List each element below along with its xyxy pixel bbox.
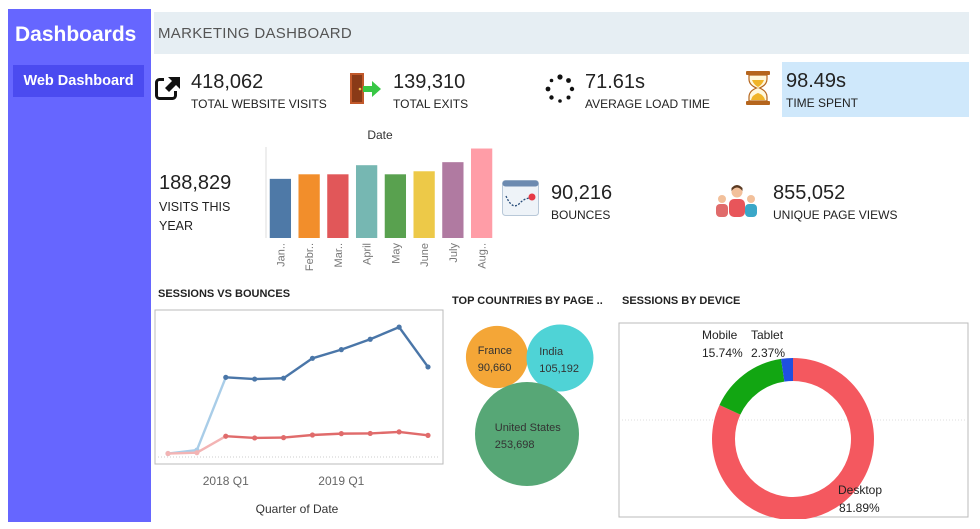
line-point — [252, 376, 258, 382]
bar — [470, 148, 493, 238]
sessions-vs-bounces-chart: 2018 Q1 2019 Q1 Quarter of Date — [154, 309, 444, 516]
sessions-vs-bounces-title: SESSIONS VS BOUNCES — [158, 288, 291, 300]
line-point — [309, 355, 316, 361]
bubble-country-label: India — [539, 346, 564, 358]
bar-chart-title: Date — [367, 128, 393, 142]
external-link-icon — [155, 75, 182, 100]
line-point — [396, 324, 402, 330]
line-point — [280, 435, 287, 441]
kpi-label: TIME SPENT — [786, 96, 859, 110]
bar — [269, 178, 292, 238]
kpi-average-load-time: 71.61s AVERAGE LOAD TIME — [585, 71, 710, 111]
bar-tick-label: June — [419, 243, 431, 267]
sidebar-brand: Dashboards — [15, 23, 137, 46]
bubble-value-label: 90,660 — [478, 362, 512, 374]
sessions-by-device-donut-chart: Desktop 81.89% Mobile 15.74% Tablet 2.37% — [618, 322, 969, 519]
line-point — [223, 433, 229, 439]
line-point — [425, 364, 431, 370]
donut-value-label: 2.37% — [751, 346, 785, 360]
bar — [384, 174, 407, 238]
line-point — [338, 431, 344, 437]
kpi-label: TOTAL WEBSITE VISITS — [191, 97, 327, 111]
kpi-label: UNIQUE PAGE VIEWS — [773, 208, 898, 222]
kpi-unique-page-views: 855,052 UNIQUE PAGE VIEWS — [773, 182, 897, 222]
kpi-total-exits: 139,310 TOTAL EXITS — [393, 71, 468, 111]
visits-this-year: 188,829 VISITS THIS YEAR — [159, 172, 239, 236]
line-x-tick-label: 2019 Q1 — [318, 474, 364, 488]
visits-year-label: VISITS THIS YEAR — [159, 200, 231, 233]
line-point — [367, 336, 373, 342]
line-x-axis-label: Quarter of Date — [256, 502, 339, 516]
bar — [298, 174, 320, 238]
bar-tick-label: May — [390, 243, 402, 264]
line-segment — [312, 432, 342, 437]
exit-door-icon — [350, 73, 381, 104]
sidebar-item-web-dashboard[interactable]: Web Dashboard — [13, 65, 144, 97]
line-segment — [167, 451, 197, 455]
kpi-value: 71.61s — [585, 71, 646, 93]
kpi-value: 855,052 — [773, 182, 846, 204]
donut-label: Mobile — [702, 328, 738, 342]
country-bubble — [526, 324, 594, 392]
bar-tick-label: Jan.. — [275, 243, 287, 267]
kpi-value: 139,310 — [393, 71, 466, 93]
line-point — [165, 450, 171, 457]
bubble-value-label: 105,192 — [539, 363, 579, 375]
country-bubble — [465, 325, 529, 389]
kpi-label: BOUNCES — [551, 208, 611, 222]
bar — [327, 174, 349, 238]
bar-tick-label: April — [362, 243, 374, 265]
header-bar: MARKETING DASHBOARD — [154, 12, 969, 54]
kpi-value: 90,216 — [551, 182, 613, 204]
people-icon — [716, 185, 757, 217]
line-chart-frame — [154, 309, 444, 465]
country-bubble — [475, 382, 579, 486]
kpi-total-visits: 418,062 TOTAL WEBSITE VISITS — [191, 71, 327, 111]
bounce-chart-icon — [502, 180, 539, 216]
bar-tick-label: July — [448, 243, 460, 263]
bubble-country-label: United States — [495, 422, 562, 434]
sessions-by-device-title: SESSIONS BY DEVICE — [622, 295, 741, 307]
line-segment — [254, 377, 284, 381]
bar — [442, 162, 464, 238]
bar — [355, 165, 378, 238]
line-point — [194, 450, 200, 456]
line-point — [252, 435, 258, 441]
visits-year-value: 188,829 — [159, 172, 232, 194]
kpi-label: AVERAGE LOAD TIME — [585, 97, 710, 111]
line-point — [223, 374, 229, 380]
page-title: MARKETING DASHBOARD — [158, 25, 353, 42]
line-point — [280, 375, 287, 381]
hourglass-icon — [746, 71, 770, 105]
top-countries-title: TOP COUNTRIES BY PAGE .. — [452, 295, 603, 307]
donut-label: Tablet — [751, 328, 784, 342]
line-point — [309, 432, 316, 438]
line-point — [367, 430, 373, 437]
bubble-country-label: France — [478, 345, 512, 357]
donut-value-label: 15.74% — [702, 346, 743, 360]
kpi-bounces: 90,216 BOUNCES — [551, 182, 612, 222]
kpi-value: 98.49s — [786, 70, 847, 92]
top-countries-bubble-chart: France 90,660 India 105,192 United States 253… — [465, 324, 594, 486]
bar-tick-label: Aug.. — [477, 243, 489, 269]
bar-tick-label: Febr.. — [304, 243, 316, 271]
loading-spinner-icon — [545, 74, 575, 103]
kpi-time-spent: 98.49s TIME SPENT — [782, 62, 969, 117]
bar — [413, 171, 435, 238]
monthly-visits-bar-chart: Date Jan.. Febr.. Mar.. April May June July Aug.… — [265, 128, 493, 271]
line-segment — [370, 430, 400, 435]
bar-tick-label: Mar.. — [333, 243, 345, 267]
donut-label: Desktop — [838, 483, 882, 497]
bubble-value-label: 253,698 — [495, 439, 535, 451]
line-x-tick-label: 2018 Q1 — [203, 474, 249, 488]
donut-value-label: 81.89% — [839, 501, 880, 515]
line-point — [396, 429, 402, 435]
kpi-value: 418,062 — [191, 71, 264, 93]
line-point — [425, 432, 431, 438]
line-point — [338, 347, 344, 353]
kpi-label: TOTAL EXITS — [393, 97, 469, 111]
sidebar: Dashboards Web Dashboard — [8, 9, 151, 522]
